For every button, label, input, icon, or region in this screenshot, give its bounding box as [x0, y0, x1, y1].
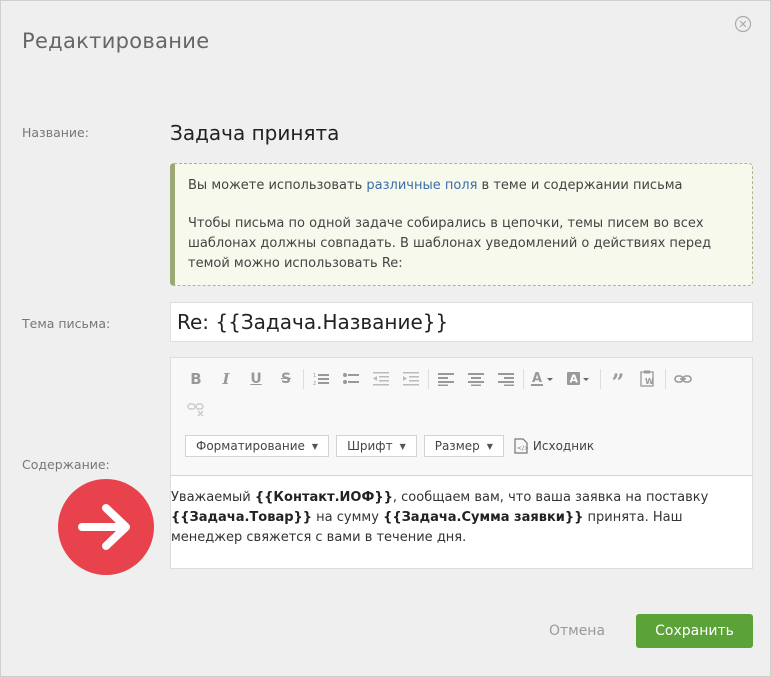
info-line-2: Чтобы письма по одной задаче собирались … — [188, 216, 712, 271]
toolbar-separator — [428, 369, 429, 389]
save-button[interactable]: Сохранить — [636, 614, 753, 648]
text-color-icon[interactable]: A — [530, 368, 558, 390]
content-variable: {{Контакт.ИОФ}} — [254, 490, 393, 505]
align-left-icon[interactable] — [435, 368, 457, 390]
cancel-button[interactable]: Отмена — [537, 615, 617, 647]
toolbar-separator — [600, 369, 601, 389]
toolbar-separator — [523, 369, 524, 389]
svg-text:</>: </> — [517, 445, 528, 452]
toolbar-separator — [665, 369, 666, 389]
info-box: Вы можете использовать различные поля в … — [170, 163, 753, 286]
close-icon[interactable] — [734, 15, 752, 33]
content-variable: {{Задача.Сумма заявки}} — [383, 510, 584, 525]
name-value: Задача принята — [170, 121, 340, 145]
italic-icon[interactable]: I — [215, 368, 237, 390]
align-center-icon[interactable] — [465, 368, 487, 390]
indent-icon[interactable] — [400, 368, 422, 390]
unlink-icon[interactable] — [185, 398, 207, 420]
source-icon: </> — [514, 438, 528, 454]
bullet-list-icon[interactable] — [340, 368, 362, 390]
bold-icon[interactable]: B — [185, 368, 207, 390]
editor-content[interactable]: Уважаемый {{Контакт.ИОФ}}, сообщаем вам,… — [171, 476, 752, 548]
content-text: , сообщаем вам, что ваша заявка на поста… — [392, 490, 709, 505]
source-button-label: Исходник — [532, 439, 595, 453]
content-variable: {{Задача.Товар}} — [171, 510, 313, 525]
edit-dialog: Редактирование Название: Задача принята … — [0, 0, 771, 677]
background-color-icon[interactable]: A — [566, 368, 594, 390]
info-line-1: Вы можете использовать различные поля в … — [188, 176, 738, 196]
font-dropdown-label: Шрифт — [347, 439, 393, 453]
underline-icon[interactable]: U — [245, 368, 267, 390]
svg-text:1: 1 — [313, 373, 316, 379]
content-text: Уважаемый — [171, 490, 255, 505]
subject-input[interactable] — [170, 302, 753, 342]
rich-text-editor: B I U S 12 A A ” W Форматирование ▼ Шриф… — [170, 357, 753, 569]
svg-text:A: A — [532, 371, 542, 386]
format-dropdown-label: Форматирование — [196, 439, 305, 453]
toolbar-separator — [303, 369, 304, 389]
info-text-before: Вы можете использовать — [188, 178, 367, 193]
caret-down-icon: ▼ — [486, 441, 493, 451]
svg-text:W: W — [645, 377, 654, 386]
name-label: Название: — [22, 125, 89, 140]
content-label: Содержание: — [22, 457, 110, 472]
outdent-icon[interactable] — [370, 368, 392, 390]
caret-down-icon: ▼ — [311, 441, 319, 451]
font-dropdown[interactable]: Шрифт ▼ — [336, 435, 417, 457]
editor-toolbar: B I U S 12 A A ” W Форматирование ▼ Шриф… — [171, 358, 752, 476]
arrow-right-icon — [58, 479, 154, 575]
dialog-title: Редактирование — [22, 29, 210, 53]
subject-label: Тема письма: — [22, 316, 111, 331]
align-right-icon[interactable] — [495, 368, 517, 390]
blockquote-icon[interactable]: ” — [607, 368, 629, 396]
size-dropdown-label: Размер — [434, 439, 480, 453]
caret-down-icon: ▼ — [399, 441, 406, 451]
size-dropdown[interactable]: Размер ▼ — [423, 435, 504, 457]
format-dropdown[interactable]: Форматирование ▼ — [185, 435, 330, 457]
paste-from-word-icon[interactable]: W — [637, 368, 659, 390]
numbered-list-icon[interactable]: 12 — [310, 368, 332, 390]
source-button[interactable]: </> Исходник — [514, 438, 594, 454]
svg-text:2: 2 — [313, 381, 316, 386]
strikethrough-icon[interactable]: S — [275, 368, 297, 390]
content-text: на сумму — [312, 510, 384, 525]
svg-text:A: A — [570, 373, 579, 386]
link-icon[interactable] — [672, 368, 694, 390]
fields-link[interactable]: различные поля — [366, 178, 477, 193]
info-text-after: в теме и содержании письма — [477, 178, 683, 193]
